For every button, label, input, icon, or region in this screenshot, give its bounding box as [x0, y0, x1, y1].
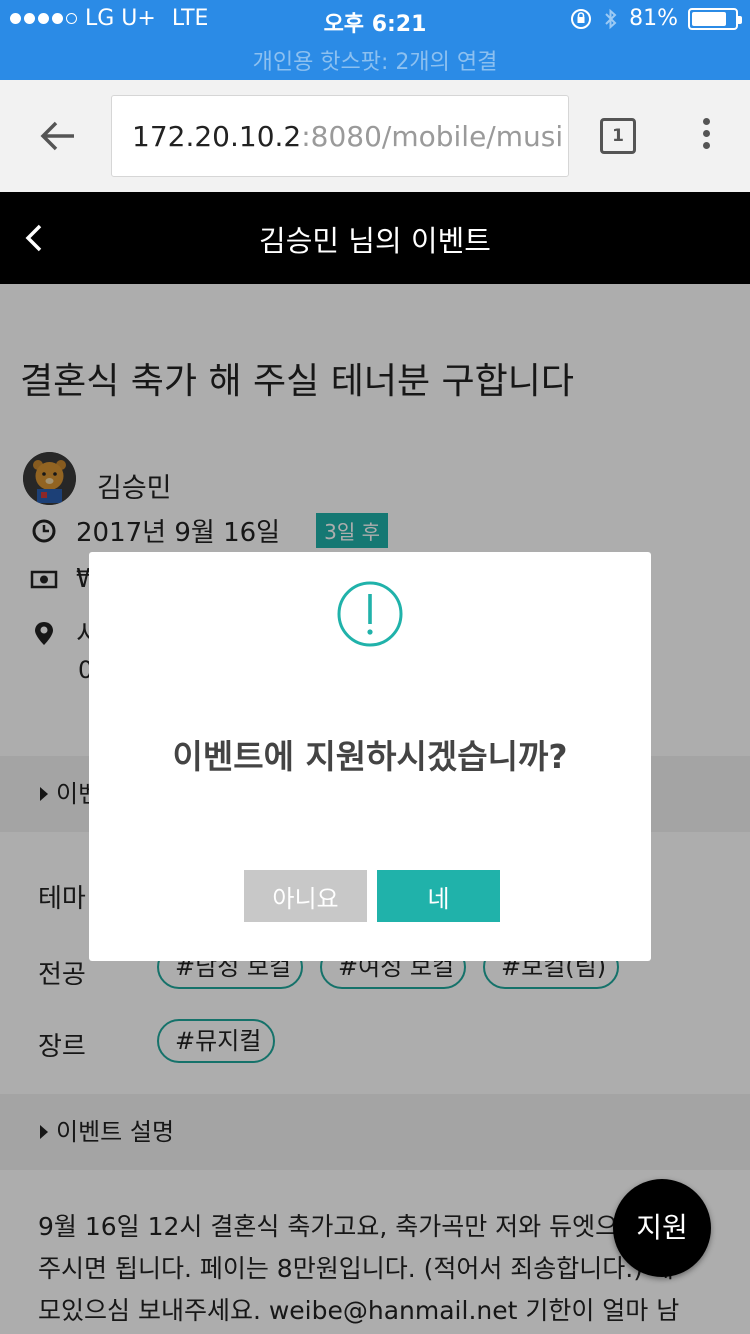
app-header: 김승민 님의 이벤트	[0, 192, 750, 284]
browser-menu-icon[interactable]	[692, 118, 720, 154]
status-right: 81%	[569, 6, 742, 31]
bluetooth-icon	[605, 8, 617, 29]
battery-fill	[692, 11, 727, 26]
browser-toolbar: 172.20.10.2:8080/mobile/musi 1	[0, 80, 750, 192]
exclamation-circle-icon	[337, 581, 403, 647]
status-bar: LG U+ LTE 오후 6:21 81% 개인용 핫스팟: 2개의 연결	[0, 0, 750, 80]
url-host: 172.20.10.2	[132, 120, 302, 153]
page-title: 김승민 님의 이벤트	[259, 224, 491, 258]
confirm-button[interactable]: 네	[377, 870, 500, 922]
url-bar[interactable]: 172.20.10.2:8080/mobile/musi	[111, 95, 569, 177]
battery-icon	[688, 7, 742, 30]
hotspot-banner[interactable]: 개인용 핫스팟: 2개의 연결	[0, 44, 750, 76]
apply-fab-button[interactable]: 지원	[613, 1179, 711, 1277]
tab-switcher-button[interactable]: 1	[600, 118, 636, 154]
confirm-dialog: 이벤트에 지원하시겠습니까? 아니요 네	[89, 552, 651, 961]
browser-back-icon[interactable]	[36, 114, 80, 158]
orientation-lock-icon	[571, 8, 592, 29]
cancel-button[interactable]: 아니요	[244, 870, 367, 922]
url-path: :8080/mobile/musi	[301, 120, 564, 153]
battery-percent: 81%	[629, 6, 678, 31]
dialog-message: 이벤트에 지원하시겠습니까?	[172, 737, 568, 776]
